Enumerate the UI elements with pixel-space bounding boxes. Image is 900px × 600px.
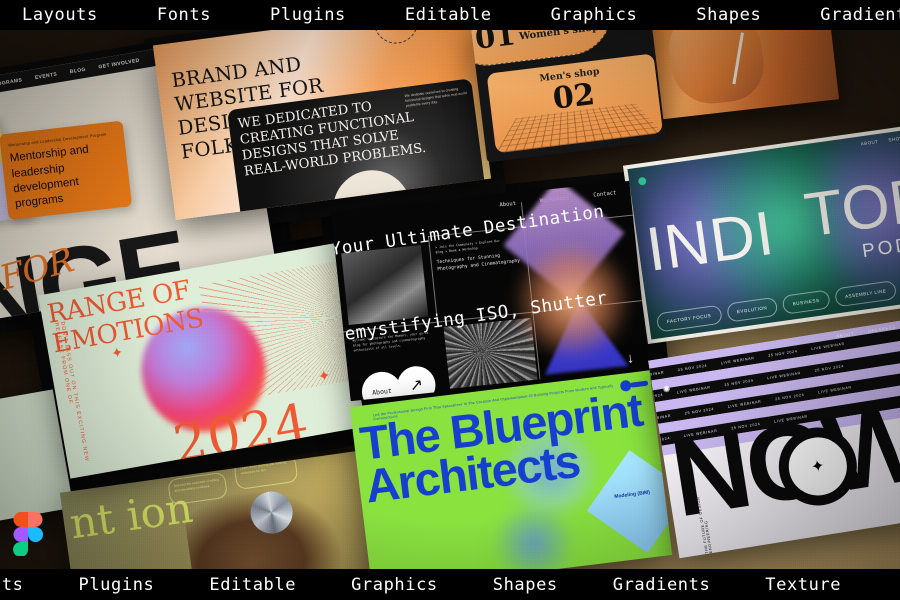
category-plugins[interactable]: Plugins xyxy=(79,575,155,595)
bottom-category-bar[interactable]: nts Plugins Editable Graphics Shapes Gra… xyxy=(0,569,900,600)
shop-number: 02 xyxy=(551,76,597,117)
category-plugins[interactable]: Plugins xyxy=(270,5,346,25)
category-graphics[interactable]: Graphics xyxy=(351,575,438,595)
blueprint-tag-label: Modeling (BIM) xyxy=(614,489,651,500)
nav-link[interactable]: BLOG xyxy=(69,66,86,75)
category-gradients-truncated[interactable]: nts xyxy=(0,575,24,595)
canvas-stage: ABOUT US OUR MISSION OUR PROGRAMS EVENTS… xyxy=(0,0,900,600)
arrow-down-icon[interactable]: ↓ xyxy=(626,349,635,366)
figma-logo[interactable] xyxy=(13,512,43,557)
nav-link[interactable]: OUR PROGRAMS xyxy=(0,77,23,91)
shop-pill-men[interactable]: Men's shop 02 xyxy=(486,53,664,154)
template-card-photography[interactable]: About Workshops Contact > Join the Commu… xyxy=(330,180,650,402)
sparkle-icon: ✦ xyxy=(109,343,125,362)
sticky-note[interactable]: Mentorship and Leadership Development Pr… xyxy=(0,120,133,221)
note-text: Mentorship and leadership development pr… xyxy=(9,143,90,211)
figma-logo-icon xyxy=(13,512,43,557)
nav-link[interactable]: Contact xyxy=(593,190,617,198)
category-editable[interactable]: Editable xyxy=(405,5,492,25)
template-card-blueprint[interactable]: Led the Professional Design Firm That Sp… xyxy=(349,370,673,592)
category-gradient[interactable]: Gradient xyxy=(820,5,900,25)
band-date: 25 NOV 2024 xyxy=(677,363,708,373)
brand-panel-micro: We dedicate ourselves to creating functi… xyxy=(404,87,467,109)
band-date: 25 NOV 2024 xyxy=(724,378,754,388)
template-card-now-webinar[interactable]: LIVE WEBINAR 25 NOV 2024 LIVE WEBINAR 25… xyxy=(648,313,900,559)
category-layouts[interactable]: Layouts xyxy=(22,5,98,25)
category-graphics[interactable]: Graphics xyxy=(551,5,638,25)
category-editable[interactable]: Editable xyxy=(209,575,296,595)
nav-link[interactable]: EVENTS xyxy=(34,71,57,81)
sparkle-icon: ✦ xyxy=(809,457,826,477)
category-texture[interactable]: Texture xyxy=(765,575,841,595)
note-tag: Mentorship and Leadership Development Pr… xyxy=(8,131,107,148)
nav-link[interactable]: GET INVOLVED xyxy=(98,57,140,70)
category-shapes[interactable]: Shapes xyxy=(493,575,558,595)
nav-link[interactable]: About xyxy=(499,201,516,209)
category-gradients[interactable]: Gradients xyxy=(613,575,711,595)
category-shapes[interactable]: Shapes xyxy=(696,5,761,25)
top-category-bar[interactable]: Layouts Fonts Plugins Editable Graphics … xyxy=(0,0,900,30)
band-date: 25 NOV 2024 xyxy=(814,364,845,373)
band-date: 25 NOV 2024 xyxy=(768,349,798,358)
category-fonts[interactable]: Fonts xyxy=(157,5,211,25)
template-card-indie-podcast[interactable]: ABOUT SHOWS INDI TOP PODC FACTORY FOCUS … xyxy=(622,123,900,345)
now-logo-icon: ✺ xyxy=(662,383,672,395)
